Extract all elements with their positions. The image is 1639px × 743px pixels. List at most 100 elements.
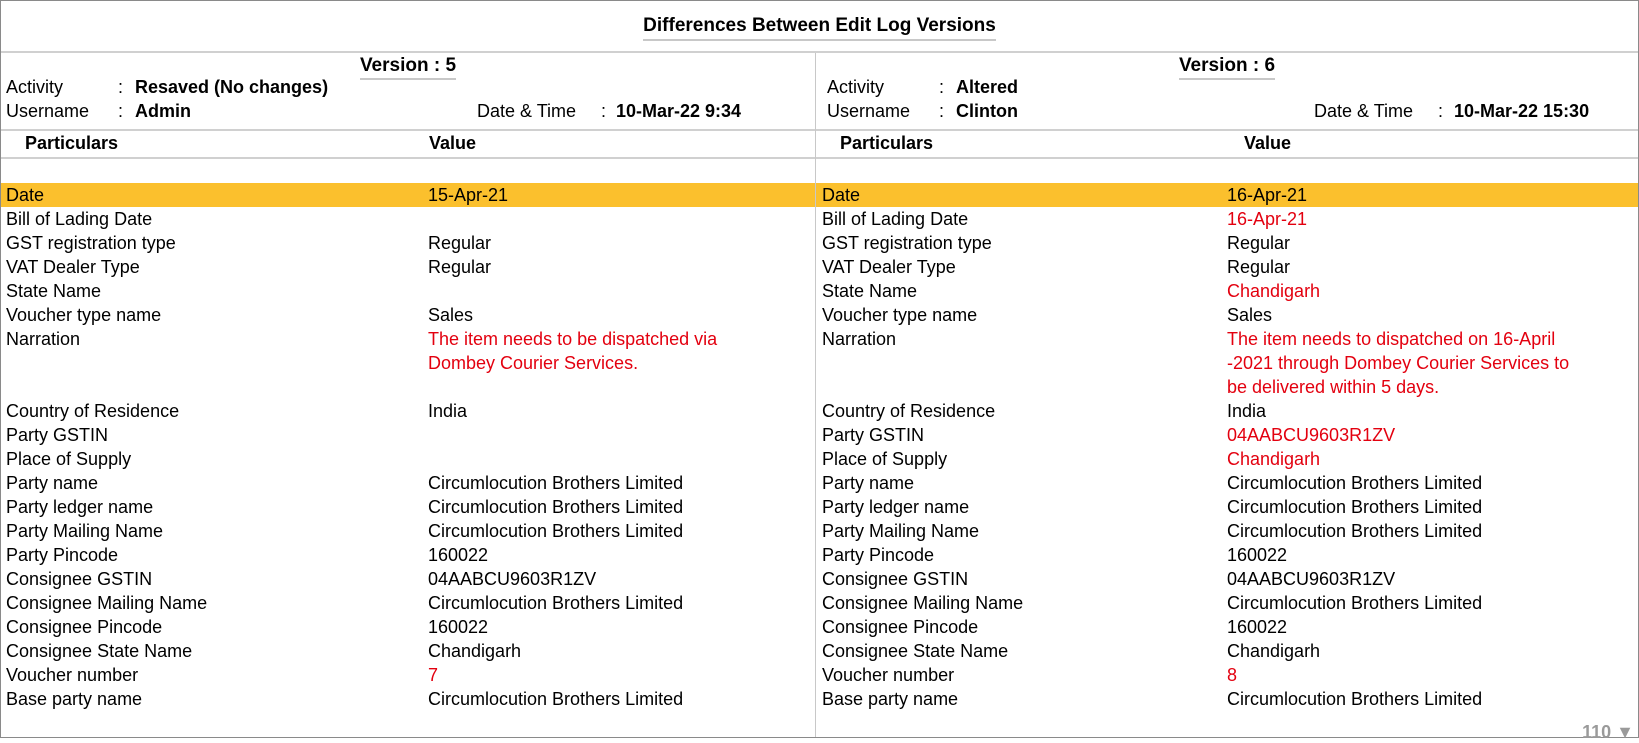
- table-row[interactable]: Party name Circumlocution Brothers Limite…: [816, 471, 1638, 495]
- particular-value: Circumlocution Brothers Limited: [1227, 497, 1483, 517]
- particular-label: Narration: [6, 329, 81, 349]
- table-row[interactable]: Date 15-Apr-21: [1, 183, 815, 207]
- table-row[interactable]: GST registration type Regular: [1, 231, 815, 255]
- particular-label: Consignee State Name: [822, 641, 1009, 661]
- particular-label: Consignee GSTIN: [822, 569, 969, 589]
- datetime-label: Date & Time: [477, 101, 577, 121]
- particular-label: Consignee Mailing Name: [822, 593, 1024, 613]
- particular-label: Party Pincode: [6, 545, 119, 565]
- table-row[interactable]: Date 16-Apr-21: [816, 183, 1638, 207]
- particular-label: GST registration type: [822, 233, 992, 253]
- particular-value: Circumlocution Brothers Limited: [428, 497, 684, 517]
- particular-label: Consignee Pincode: [6, 617, 163, 637]
- table-row[interactable]: Party GSTIN 04AABCU9603R1ZV: [816, 423, 1638, 447]
- table-row[interactable]: Consignee GSTIN 04AABCU9603R1ZV: [816, 567, 1638, 591]
- particular-value: Circumlocution Brothers Limited: [1227, 521, 1483, 541]
- rows-left: Date 15-Apr-21 Bill of Lading Date GST regi…: [1, 183, 815, 711]
- username-label: Username: [827, 101, 911, 121]
- particular-value: Chandigarh: [1227, 281, 1321, 301]
- particular-value: 160022: [1227, 545, 1288, 565]
- table-row[interactable]: Party Pincode 160022: [816, 543, 1638, 567]
- username-value: Clinton: [956, 101, 1018, 121]
- rows-right: Date 16-Apr-21 Bill of Lading Date 16-Apr-2…: [816, 183, 1638, 711]
- datetime-value: 10-Mar-22 15:30: [1454, 101, 1590, 121]
- particular-value: Chandigarh: [1227, 449, 1321, 469]
- table-row[interactable]: Voucher number 7: [1, 663, 815, 687]
- particular-label: Bill of Lading Date: [6, 209, 153, 229]
- particular-value: Chandigarh: [1227, 641, 1321, 661]
- table-row[interactable]: VAT Dealer Type Regular: [816, 255, 1638, 279]
- table-row[interactable]: Consignee Pincode 160022: [1, 615, 815, 639]
- particular-value: 04AABCU9603R1ZV: [428, 569, 597, 589]
- version-panel-left: Version : 5 Activity : Resaved (No chang…: [1, 53, 816, 737]
- particular-label: Party ledger name: [6, 497, 154, 517]
- table-row[interactable]: Party ledger name Circumlocution Brothers…: [1, 495, 815, 519]
- table-row[interactable]: Consignee Mailing Name Circumlocution Bro…: [816, 591, 1638, 615]
- particular-value: 16-Apr-21: [1227, 185, 1308, 205]
- col-value: Value: [1244, 133, 1292, 153]
- particular-label: Party Pincode: [822, 545, 935, 565]
- particular-label: Country of Residence: [6, 401, 180, 421]
- table-row[interactable]: Voucher type name Sales: [1, 303, 815, 327]
- particular-label: Voucher number: [6, 665, 139, 685]
- particular-value: 15-Apr-21: [428, 185, 509, 205]
- particular-label: Party GSTIN: [6, 425, 109, 445]
- page-title: Differences Between Edit Log Versions: [1, 15, 1638, 41]
- particular-value: 160022: [1227, 617, 1288, 637]
- table-row[interactable]: Party GSTIN: [1, 423, 815, 447]
- particular-value: Regular: [1227, 257, 1291, 277]
- particular-value: 04AABCU9603R1ZV: [1227, 569, 1396, 589]
- table-row[interactable]: Country of Residence India: [1, 399, 815, 423]
- table-row[interactable]: Base party name Circumlocution Brothers L…: [1, 687, 815, 711]
- particular-value: Circumlocution Brothers Limited: [1227, 473, 1483, 493]
- table-row[interactable]: State Name: [1, 279, 815, 303]
- activity-value: Resaved (No changes): [135, 77, 329, 97]
- table-row[interactable]: Consignee Mailing Name Circumlocution Bro…: [1, 591, 815, 615]
- particular-label: VAT Dealer Type: [822, 257, 956, 277]
- table-row[interactable]: Bill of Lading Date: [1, 207, 815, 231]
- particular-label: Party name: [6, 473, 99, 493]
- table-row[interactable]: Party ledger name Circumlocution Brothers…: [816, 495, 1638, 519]
- table-row[interactable]: Consignee GSTIN 04AABCU9603R1ZV: [1, 567, 815, 591]
- particular-value: Sales: [1227, 305, 1273, 325]
- table-row[interactable]: Party Pincode 160022: [1, 543, 815, 567]
- table-row[interactable]: Bill of Lading Date 16-Apr-21: [816, 207, 1638, 231]
- table-row[interactable]: Voucher type name Sales: [816, 303, 1638, 327]
- particular-label: Consignee State Name: [6, 641, 193, 661]
- table-row[interactable]: Party Mailing Name Circumlocution Brother…: [816, 519, 1638, 543]
- table-row[interactable]: Narration The item needs to dispatched on…: [816, 327, 1638, 399]
- table-row[interactable]: Place of Supply Chandigarh: [816, 447, 1638, 471]
- particular-label: State Name: [822, 281, 918, 301]
- table-row[interactable]: Country of Residence India: [816, 399, 1638, 423]
- table-row[interactable]: Party name Circumlocution Brothers Limite…: [1, 471, 815, 495]
- table-row[interactable]: State Name Chandigarh: [816, 279, 1638, 303]
- scroll-down-icon[interactable]: ▼: [1616, 722, 1634, 742]
- table-row[interactable]: Consignee Pincode 160022: [816, 615, 1638, 639]
- table-row[interactable]: Consignee State Name Chandigarh: [1, 639, 815, 663]
- particular-value: Sales: [428, 305, 474, 325]
- activity-row: Activity : Altered: [827, 77, 1019, 97]
- edit-log-diff-window: Differences Between Edit Log Versions Ve…: [0, 0, 1639, 742]
- particular-label: Base party name: [6, 689, 143, 709]
- particular-value: 160022: [428, 617, 489, 637]
- particular-label: Party ledger name: [822, 497, 970, 517]
- table-row[interactable]: Party Mailing Name Circumlocution Brother…: [1, 519, 815, 543]
- table-row[interactable]: Narration The item needs to be dispatched…: [1, 327, 815, 399]
- username-label: Username: [6, 101, 90, 121]
- particular-label: State Name: [6, 281, 102, 301]
- activity-label: Activity: [6, 77, 64, 97]
- table-row[interactable]: Voucher number 8: [816, 663, 1638, 687]
- page-indicator[interactable]: 110 ▼: [1582, 722, 1634, 743]
- table-row[interactable]: Place of Supply: [1, 447, 815, 471]
- table-row[interactable]: GST registration type Regular: [816, 231, 1638, 255]
- table-row[interactable]: Base party name Circumlocution Brothers L…: [816, 687, 1638, 711]
- table-row[interactable]: Consignee State Name Chandigarh: [816, 639, 1638, 663]
- particular-label: Party Mailing Name: [6, 521, 164, 541]
- activity-value: Altered: [956, 77, 1019, 97]
- activity-row: Activity : Resaved (No changes): [6, 77, 329, 97]
- title-bar: Differences Between Edit Log Versions: [1, 1, 1638, 53]
- datetime-label: Date & Time: [1314, 101, 1414, 121]
- table-row[interactable]: VAT Dealer Type Regular: [1, 255, 815, 279]
- particular-label: Consignee Pincode: [822, 617, 979, 637]
- particular-label: Date: [822, 185, 861, 205]
